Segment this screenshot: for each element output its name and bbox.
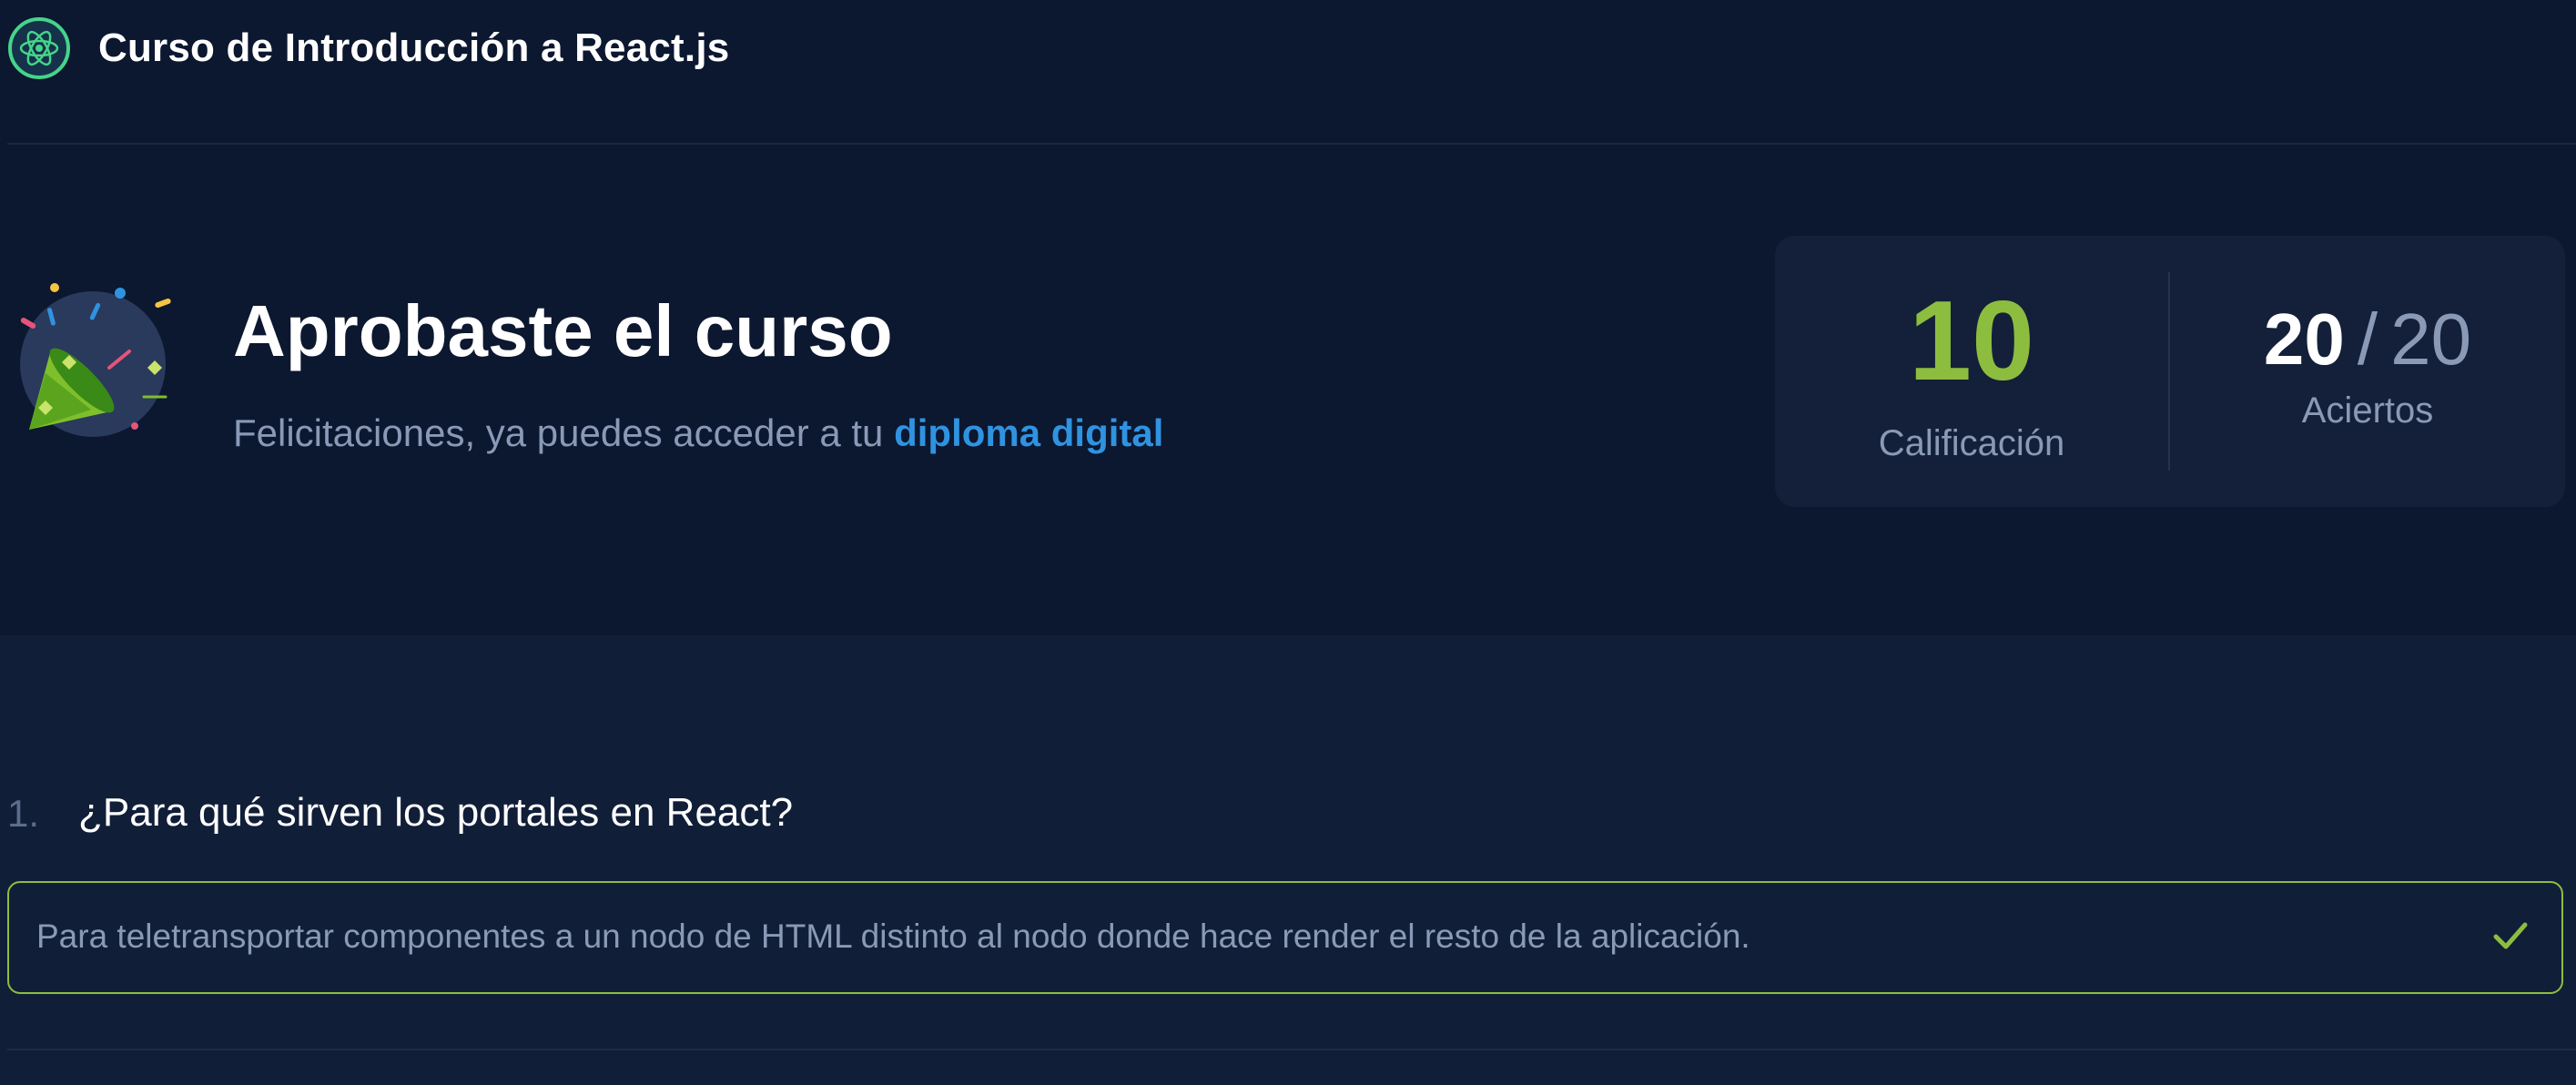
result-title: Aprobaste el curso — [233, 290, 893, 371]
answer-option-correct[interactable]: Para teletransportar componentes a un no… — [7, 881, 2563, 994]
hits-value: 20/20 — [2170, 303, 2565, 376]
hits-label: Aciertos — [2301, 390, 2434, 431]
hits-total: 20 — [2390, 299, 2472, 380]
react-atom-icon — [8, 17, 70, 79]
question-text: ¿Para qué sirven los portales en React? — [78, 790, 794, 835]
course-title[interactable]: Curso de Introducción a React.js — [98, 25, 729, 71]
diploma-link[interactable]: diploma digital — [894, 411, 1163, 454]
party-popper-icon — [20, 283, 171, 437]
subtitle-text: Felicitaciones, ya puedes acceder a tu — [233, 411, 895, 454]
top-bar: Curso de Introducción a React.js — [0, 0, 2576, 144]
check-icon — [2493, 922, 2528, 949]
hits-block: 20/20 Aciertos — [2170, 236, 2565, 507]
score-card: 10 Calificación 20/20 Aciertos — [1775, 236, 2565, 507]
hits-correct: 20 — [2263, 299, 2345, 380]
grade-value: 10 — [1909, 279, 2034, 404]
hits-separator: / — [2357, 299, 2378, 380]
questions-section: 1. ¿Para qué sirven los portales en Reac… — [0, 635, 2576, 1085]
grade-label: Calificación — [1878, 423, 2065, 463]
result-subtitle: Felicitaciones, ya puedes acceder a tu d… — [233, 411, 1163, 455]
question-divider — [7, 1049, 2576, 1050]
grade-block: 10 Calificación — [1775, 236, 2168, 507]
question-number: 1. — [7, 792, 40, 835]
answer-text: Para teletransportar componentes a un no… — [36, 918, 1750, 955]
